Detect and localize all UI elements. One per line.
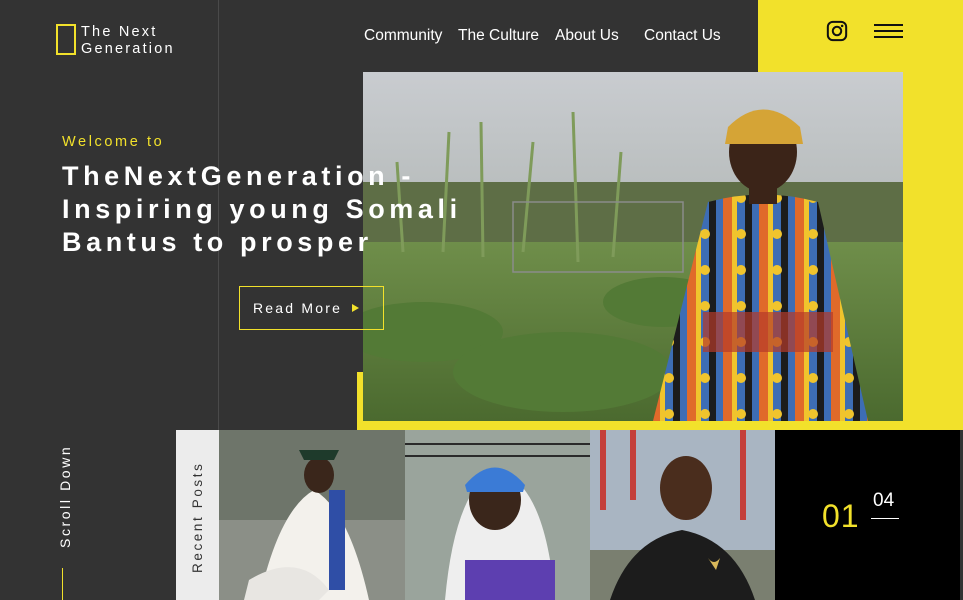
recent-post-thumb-2[interactable] bbox=[405, 430, 590, 600]
nav-the-culture[interactable]: The Culture bbox=[458, 27, 539, 45]
hero-frame-bottom bbox=[357, 421, 903, 430]
read-more-label: Read More bbox=[253, 300, 343, 316]
nav-about-us[interactable]: About Us bbox=[555, 27, 619, 45]
play-arrow-icon bbox=[352, 304, 360, 312]
headline-line-2: Inspiring young Somali bbox=[62, 194, 462, 224]
brand-logo[interactable]: The Next Generation bbox=[56, 24, 175, 58]
headline-line-3: Bantus to prosper bbox=[62, 227, 373, 257]
logo-mark bbox=[56, 24, 76, 55]
hero-headline: TheNextGeneration - Inspiring young Soma… bbox=[62, 160, 502, 259]
recent-posts-label: Recent Posts bbox=[190, 461, 205, 574]
hero-welcome: Welcome to bbox=[62, 134, 165, 150]
hamburger-menu-icon[interactable] bbox=[874, 24, 903, 39]
slide-counter bbox=[775, 430, 960, 600]
logo-line-2: Generation bbox=[81, 41, 175, 57]
nav-contact-us[interactable]: Contact Us bbox=[644, 27, 721, 45]
recent-post-thumb-3[interactable] bbox=[590, 430, 775, 600]
logo-line-1: The Next bbox=[81, 24, 158, 40]
read-more-button[interactable]: Read More bbox=[239, 286, 384, 330]
nav-community[interactable]: Community bbox=[364, 27, 442, 45]
instagram-icon[interactable] bbox=[826, 20, 848, 42]
scroll-indicator-line bbox=[62, 568, 63, 600]
headline-line-1: TheNextGeneration - bbox=[62, 161, 415, 191]
counter-underline bbox=[871, 518, 899, 519]
logo-text: The Next Generation bbox=[81, 24, 175, 58]
scroll-down-label[interactable]: Scroll Down bbox=[57, 445, 73, 548]
total-slides-number: 04 bbox=[873, 490, 895, 511]
current-slide-number: 01 bbox=[822, 498, 860, 534]
recent-post-thumb-1[interactable] bbox=[219, 430, 405, 600]
